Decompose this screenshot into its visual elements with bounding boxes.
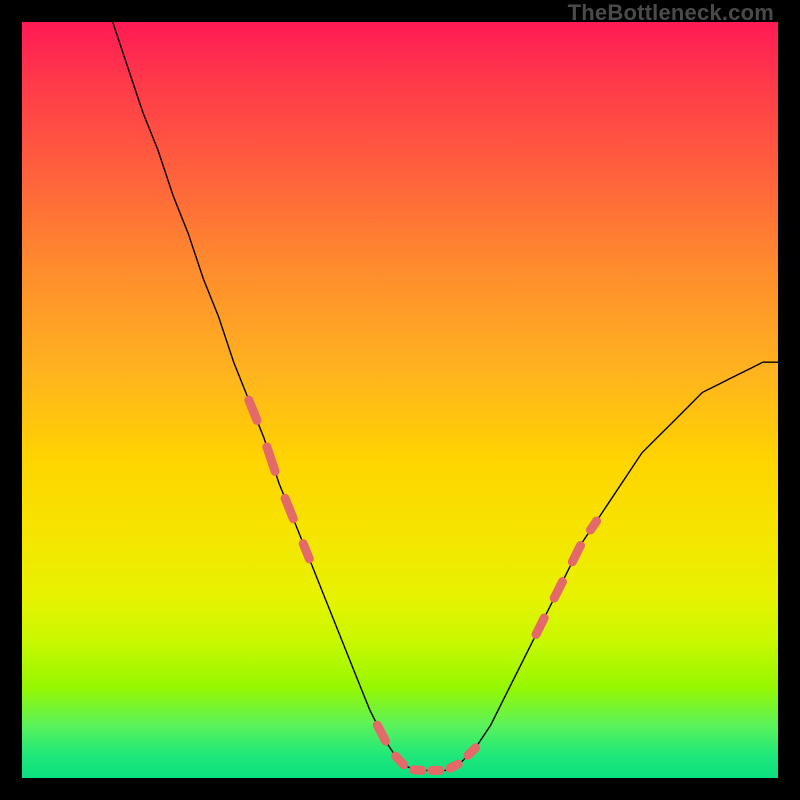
watermark-text: TheBottleneck.com — [568, 0, 774, 26]
outer-frame: TheBottleneck.com — [0, 0, 800, 800]
highlight-dash-1 — [377, 725, 475, 770]
plot-area — [22, 22, 778, 778]
curve-svg — [22, 22, 778, 778]
highlight-dash-2 — [536, 521, 597, 634]
bottleneck-curve — [113, 22, 778, 770]
highlight-dash-group — [249, 400, 597, 770]
